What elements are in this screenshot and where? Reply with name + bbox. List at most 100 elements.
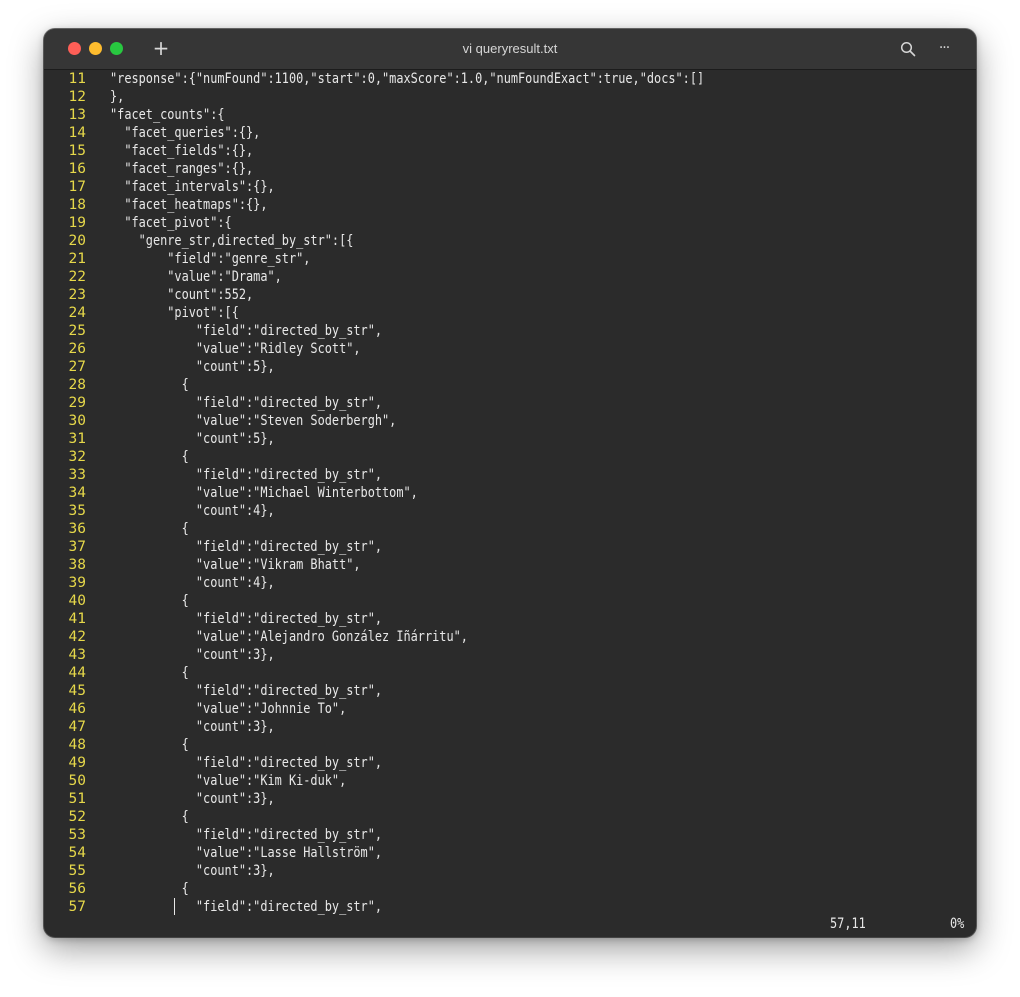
editor-line[interactable]: 40 { bbox=[44, 592, 976, 610]
line-number: 24 bbox=[68, 305, 86, 321]
line-text: "facet_ranges":{}, bbox=[110, 161, 254, 177]
editor-line[interactable]: 16 "facet_ranges":{}, bbox=[44, 160, 976, 178]
line-number: 54 bbox=[68, 845, 86, 861]
editor-line[interactable]: 39 "count":4}, bbox=[44, 574, 976, 592]
line-text: { bbox=[110, 809, 189, 825]
line-number: 48 bbox=[68, 737, 86, 753]
editor-line[interactable]: 29 "field":"directed_by_str", bbox=[44, 394, 976, 412]
line-number: 27 bbox=[68, 359, 86, 375]
editor-line[interactable]: 13 "facet_counts":{ bbox=[44, 106, 976, 124]
editor-line[interactable]: 36 { bbox=[44, 520, 976, 538]
editor-line[interactable]: 26 "value":"Ridley Scott", bbox=[44, 340, 976, 358]
editor-line[interactable]: 28 { bbox=[44, 376, 976, 394]
editor-line[interactable]: 48 { bbox=[44, 736, 976, 754]
editor-line[interactable]: 51 "count":3}, bbox=[44, 790, 976, 808]
line-number: 42 bbox=[68, 629, 86, 645]
line-text: }, bbox=[110, 89, 125, 105]
line-text: "value":"Ridley Scott", bbox=[110, 341, 361, 357]
line-number: 34 bbox=[68, 485, 86, 501]
line-text: "value":"Vikram Bhatt", bbox=[110, 557, 361, 573]
editor-line[interactable]: 32 { bbox=[44, 448, 976, 466]
line-number: 32 bbox=[68, 449, 86, 465]
editor-line[interactable]: 34 "value":"Michael Winterbottom", bbox=[44, 484, 976, 502]
title-bar: + vi queryresult.txt ··· bbox=[44, 29, 976, 70]
editor-line[interactable]: 53 "field":"directed_by_str", bbox=[44, 826, 976, 844]
editor-line[interactable]: 56 { bbox=[44, 880, 976, 898]
line-text: "field":"directed_by_str", bbox=[110, 683, 383, 699]
editor-line[interactable]: 47 "count":3}, bbox=[44, 718, 976, 736]
line-text: "facet_intervals":{}, bbox=[110, 179, 275, 195]
editor-line[interactable]: 50 "value":"Kim Ki-duk", bbox=[44, 772, 976, 790]
line-number: 56 bbox=[68, 881, 86, 897]
line-text: "count":4}, bbox=[110, 575, 275, 591]
line-number: 41 bbox=[68, 611, 86, 627]
editor-line[interactable]: 25 "field":"directed_by_str", bbox=[44, 322, 976, 340]
editor-line[interactable]: 15 "facet_fields":{}, bbox=[44, 142, 976, 160]
editor-line[interactable]: 27 "count":5}, bbox=[44, 358, 976, 376]
editor-line[interactable]: 21 "field":"genre_str", bbox=[44, 250, 976, 268]
editor-line[interactable]: 19 "facet_pivot":{ bbox=[44, 214, 976, 232]
editor-line[interactable]: 49 "field":"directed_by_str", bbox=[44, 754, 976, 772]
line-number: 46 bbox=[68, 701, 86, 717]
editor-line[interactable]: 22 "value":"Drama", bbox=[44, 268, 976, 286]
zoom-window-button[interactable] bbox=[110, 42, 123, 55]
close-window-button[interactable] bbox=[68, 42, 81, 55]
editor-line[interactable]: 55 "count":3}, bbox=[44, 862, 976, 880]
editor-line[interactable]: 18 "facet_heatmaps":{}, bbox=[44, 196, 976, 214]
line-number: 25 bbox=[68, 323, 86, 339]
line-text: { bbox=[110, 449, 189, 465]
line-text: "facet_queries":{}, bbox=[110, 125, 261, 141]
line-number: 15 bbox=[68, 143, 86, 159]
editor-line[interactable]: 37 "field":"directed_by_str", bbox=[44, 538, 976, 556]
editor-line[interactable]: 24 "pivot":[{ bbox=[44, 304, 976, 322]
editor-line[interactable]: 52 { bbox=[44, 808, 976, 826]
editor-line[interactable]: 17 "facet_intervals":{}, bbox=[44, 178, 976, 196]
text-cursor bbox=[174, 898, 175, 915]
line-number: 17 bbox=[68, 179, 86, 195]
editor-line[interactable]: 41 "field":"directed_by_str", bbox=[44, 610, 976, 628]
line-text: "response":{"numFound":1100,"start":0,"m… bbox=[110, 71, 705, 87]
editor-line[interactable]: 20 "genre_str,directed_by_str":[{ bbox=[44, 232, 976, 250]
line-number: 13 bbox=[68, 107, 86, 123]
editor-line[interactable]: 11 "response":{"numFound":1100,"start":0,… bbox=[44, 70, 976, 88]
editor-line[interactable]: 45 "field":"directed_by_str", bbox=[44, 682, 976, 700]
line-text: "field":"directed_by_str", bbox=[110, 755, 383, 771]
line-number: 50 bbox=[68, 773, 86, 789]
line-number: 35 bbox=[68, 503, 86, 519]
minimize-window-button[interactable] bbox=[89, 42, 102, 55]
line-text: { bbox=[110, 665, 189, 681]
editor-line[interactable]: 31 "count":5}, bbox=[44, 430, 976, 448]
editor-line[interactable]: 38 "value":"Vikram Bhatt", bbox=[44, 556, 976, 574]
cursor-position: 57,11 bbox=[830, 916, 866, 932]
line-text: "facet_pivot":{ bbox=[110, 215, 232, 231]
editor-line[interactable]: 14 "facet_queries":{}, bbox=[44, 124, 976, 142]
editor-line[interactable]: 33 "field":"directed_by_str", bbox=[44, 466, 976, 484]
editor-line[interactable]: 23 "count":552, bbox=[44, 286, 976, 304]
line-text: "count":5}, bbox=[110, 431, 275, 447]
line-number: 40 bbox=[68, 593, 86, 609]
editor-line[interactable]: 35 "count":4}, bbox=[44, 502, 976, 520]
line-number: 38 bbox=[68, 557, 86, 573]
line-number: 39 bbox=[68, 575, 86, 591]
editor-line[interactable]: 54 "value":"Lasse Hallström", bbox=[44, 844, 976, 862]
line-text: "count":3}, bbox=[110, 647, 275, 663]
ellipsis-icon[interactable]: ··· bbox=[934, 39, 954, 59]
editor-line[interactable]: 42 "value":"Alejandro González Iñárritu"… bbox=[44, 628, 976, 646]
plus-icon[interactable]: + bbox=[152, 38, 170, 58]
editor-line[interactable]: 44 { bbox=[44, 664, 976, 682]
line-text: "field":"directed_by_str", bbox=[110, 827, 383, 843]
text-editor[interactable]: 11 "response":{"numFound":1100,"start":0,… bbox=[44, 70, 976, 916]
editor-line[interactable]: 46 "value":"Johnnie To", bbox=[44, 700, 976, 718]
line-text: "count":4}, bbox=[110, 503, 275, 519]
line-number: 47 bbox=[68, 719, 86, 735]
line-number: 20 bbox=[68, 233, 86, 249]
line-number: 53 bbox=[68, 827, 86, 843]
status-bar: 57,11 0% bbox=[44, 914, 976, 934]
line-number: 31 bbox=[68, 431, 86, 447]
line-text: "value":"Drama", bbox=[110, 269, 282, 285]
editor-line[interactable]: 30 "value":"Steven Soderbergh", bbox=[44, 412, 976, 430]
editor-line[interactable]: 12}, bbox=[44, 88, 976, 106]
search-icon[interactable] bbox=[900, 41, 916, 57]
editor-line[interactable]: 43 "count":3}, bbox=[44, 646, 976, 664]
line-text: "count":5}, bbox=[110, 359, 275, 375]
